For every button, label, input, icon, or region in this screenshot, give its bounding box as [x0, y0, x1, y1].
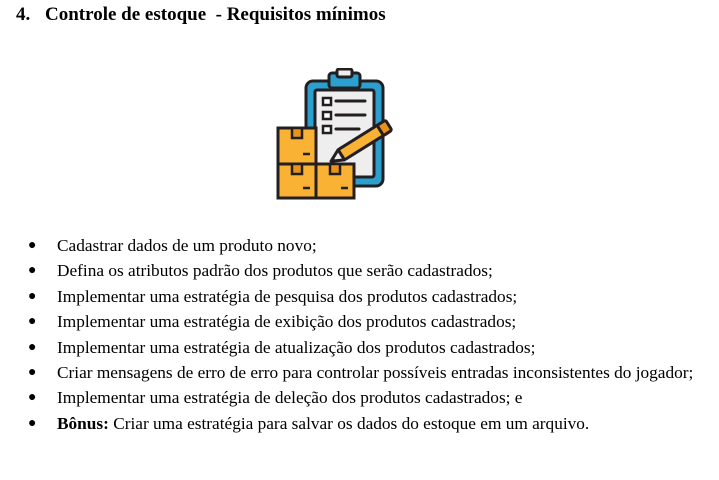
list-item: ● Implementar uma estratégia de pesquisa …: [0, 284, 719, 309]
bullet-icon: ●: [28, 314, 37, 330]
bullet-icon: ●: [28, 390, 37, 406]
list-item: ● Criar mensagens de erro de erro para co…: [0, 360, 719, 385]
item-text: Cadastrar dados de um produto novo;: [57, 236, 317, 255]
bullet-icon: ●: [28, 238, 37, 253]
item-text: Criar mensagens de erro de erro para con…: [57, 363, 694, 383]
bullet-icon: ●: [28, 365, 37, 381]
bullet-icon: ●: [28, 263, 37, 279]
item-text: Defina os atributos padrão dos produtos …: [57, 261, 493, 281]
list-item: ● Cadastrar dados de um produto novo;: [0, 233, 719, 258]
list-item: ● Bônus: Criar uma estratégia para salvar…: [0, 411, 719, 436]
item-prefix: Bônus:: [57, 413, 109, 433]
section-number: 4.: [16, 4, 31, 25]
bullet-icon: ●: [28, 288, 37, 304]
inventory-clipboard-boxes-icon: [275, 67, 403, 200]
list-item: ● Defina os atributos padrão dos produtos…: [0, 258, 719, 283]
item-text: Implementar uma estratégia de exibição d…: [57, 312, 517, 332]
list-item: ● Implementar uma estratégia de deleção d…: [0, 385, 719, 410]
item-text: Implementar uma estratégia de pesquisa d…: [57, 286, 518, 306]
item-text: Implementar uma estratégia de deleção do…: [57, 388, 523, 408]
bullet-icon: ●: [28, 415, 37, 431]
section-title: Controle de estoque - Requisitos mínimos: [45, 4, 386, 25]
bullet-icon: ●: [28, 339, 37, 355]
list-item: ● Implementar uma estratégia de exibição …: [0, 309, 719, 334]
requirements-list: ● Cadastrar dados de um produto novo; ● De…: [0, 233, 719, 436]
item-text: Criar uma estratégia para salvar os dado…: [108, 413, 590, 433]
item-text: Implementar uma estratégia de atualizaçã…: [57, 337, 536, 357]
list-item: ● Implementar uma estratégia de atualizaç…: [0, 335, 719, 360]
section-heading: 4. Controle de estoque - Requisitos mínim…: [16, 4, 386, 26]
